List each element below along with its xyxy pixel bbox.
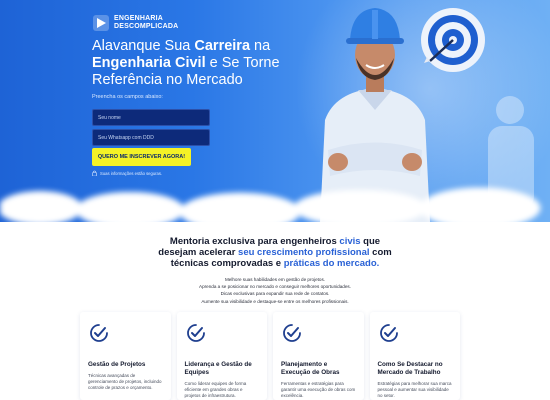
hero-section: ENGENHARIA DESCOMPLICADA Alavanque Sua C… (0, 0, 550, 222)
logo-mark-icon (93, 15, 109, 31)
mentoria-title: Mentoria exclusiva para engenheiros civi… (150, 236, 400, 269)
form-caption: Preencha os campos abaixo: (92, 94, 163, 100)
card-text: Como liderar equipes de forma eficiente … (184, 381, 247, 398)
card-title: Planejamento e Execução de Obras (281, 361, 340, 376)
title-highlight: civis (339, 236, 361, 247)
card-title: Como Se Destacar no Mercado de Trabalho (377, 361, 443, 376)
headline-emphasis: Carreira (194, 38, 251, 54)
benefit-item: Dicas exclusivas para expandir sua rede … (220, 291, 330, 297)
brand-logo[interactable]: ENGENHARIA DESCOMPLICADA (92, 14, 178, 32)
benefits-list: Melhore suas habilidades em gestão de pr… (150, 276, 400, 305)
cloud-divider (0, 168, 550, 222)
feature-card-planejamento: Planejamento e Execução de Obras Ferrame… (273, 312, 364, 400)
feature-card-gestao-projetos: Gestão de Projetos Técnicas avançadas de… (80, 312, 171, 400)
name-field[interactable] (92, 109, 210, 126)
title-highlight: práticas do mercado. (283, 258, 380, 269)
check-badge-icon (379, 324, 398, 342)
feature-card-lideranca: Liderança e Gestão de Equipes Como lider… (176, 312, 267, 400)
benefit-item: Melhore suas habilidades em gestão de pr… (224, 277, 326, 282)
feature-card-destaque: Como Se Destacar no Mercado de Trabalho … (369, 312, 460, 400)
brand-line-2: DESCOMPLICADA (114, 23, 179, 30)
subscribe-button[interactable]: QUERO ME INSCREVER AGORA! (92, 148, 191, 166)
whatsapp-field[interactable] (92, 129, 210, 146)
headline-text: Alavanque Sua (92, 38, 195, 54)
brand-line-1: ENGENHARIA (114, 15, 164, 22)
feature-cards: Gestão de Projetos Técnicas avançadas de… (80, 312, 460, 400)
title-text: Mentoria exclusiva para engenheiros (169, 236, 340, 247)
brand-wordmark: ENGENHARIA DESCOMPLICADA (114, 15, 178, 31)
card-text: Estratégias para melhorar sua marca pess… (377, 381, 452, 398)
card-text: Técnicas avançadas de gerenciamento de p… (88, 373, 162, 390)
card-title: Gestão de Projetos (88, 361, 146, 368)
check-badge-icon (283, 324, 301, 342)
card-text: Ferramentas e estratégias para garantir … (281, 381, 356, 398)
check-badge-icon (90, 324, 108, 342)
title-highlight: seu crescimento profissional (238, 247, 370, 258)
headline-text: na (250, 38, 271, 54)
benefit-item: Aumente sua visibilidade e destaque-se e… (201, 298, 349, 304)
hero-headline: Alavanque Sua Carreira na Engenharia Civ… (92, 38, 302, 89)
check-badge-icon (186, 324, 205, 342)
card-title: Liderança e Gestão de Equipes (184, 361, 252, 376)
headline-emphasis: Engenharia Civil (92, 55, 206, 71)
benefit-item: Aprenda a se posicionar no mercado e con… (199, 284, 351, 290)
